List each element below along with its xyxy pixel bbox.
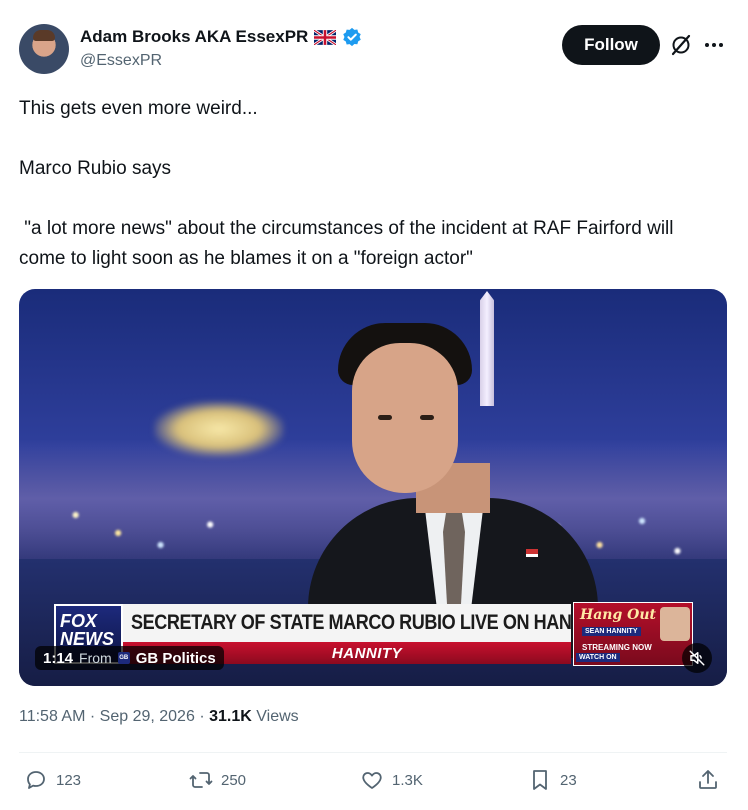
tweet-paragraph: "a lot more news" about the circumstance… [19, 218, 679, 269]
uk-flag-icon [314, 29, 337, 45]
bookmark-icon [533, 770, 547, 790]
promo-streaming: STREAMING NOW [582, 643, 652, 652]
bookmark-count: 23 [560, 771, 577, 789]
muted-speaker-icon [689, 650, 705, 666]
video-timecode: 1:14 [43, 649, 74, 667]
reply-count: 123 [56, 771, 82, 789]
verified-badge-icon [343, 27, 362, 47]
views-count: 31.1K [209, 708, 252, 725]
show-name: HANNITY [331, 644, 403, 662]
from-label: From [79, 650, 112, 666]
tweet-text: This gets even more weird... Marco Rubio… [19, 94, 719, 274]
headline-text: SECRETARY OF STATE MARCO RUBIO LIVE ON H… [131, 611, 611, 634]
repost-icon [189, 772, 213, 788]
memorial-glow [154, 401, 284, 457]
network-name: FOX NEWS [60, 611, 114, 649]
action-bar: 123 250 1.3K 23 [0, 768, 748, 800]
separator-dot: · [89, 708, 100, 725]
author-name-row: Adam Brooks AKA EssexPR [80, 27, 362, 47]
repost-button[interactable]: 250 [189, 768, 246, 792]
bookmark-button[interactable]: 23 [528, 768, 577, 792]
source-avatar-icon: GB [117, 652, 130, 664]
like-count: 1.3K [392, 771, 423, 789]
reply-icon [27, 771, 45, 789]
tweet-date[interactable]: Sep 29, 2026 [100, 708, 195, 725]
share-icon [699, 770, 717, 789]
mute-button[interactable] [682, 643, 712, 673]
promo-title: Hang Out [580, 607, 656, 623]
tweet-meta: 11:58 AM · Sep 29, 2026 · 31.1K Views [19, 708, 299, 726]
grok-icon[interactable] [669, 33, 693, 57]
tweet-paragraph: Marco Rubio says [19, 158, 172, 179]
tweet-time[interactable]: 11:58 AM [19, 708, 85, 725]
views-label: Views [256, 708, 299, 725]
show-promo: Hang Out SEAN HANNITY STREAMING NOW WATC… [573, 602, 693, 666]
avatar[interactable] [19, 24, 69, 74]
heart-icon [362, 772, 382, 789]
promo-watch-on: WATCH ON [576, 653, 620, 662]
reply-button[interactable]: 123 [24, 768, 81, 792]
promo-photo [660, 607, 690, 641]
author-handle[interactable]: @EssexPR [80, 52, 162, 70]
video-source-link[interactable]: GB Politics [136, 650, 216, 667]
follow-button[interactable]: Follow [562, 25, 660, 65]
video-player[interactable]: FOX NEWS SECRETARY OF STATE MARCO RUBIO … [19, 289, 727, 686]
separator-dot: · [199, 708, 210, 725]
repost-count: 250 [221, 771, 247, 789]
more-options-icon[interactable] [702, 33, 726, 57]
headline-bar: SECRETARY OF STATE MARCO RUBIO LIVE ON H… [123, 604, 611, 642]
share-button[interactable] [696, 768, 720, 792]
tweet-paragraph: This gets even more weird... [19, 98, 258, 119]
video-info-pill[interactable]: 1:14 From GB GB Politics [35, 646, 224, 670]
tweet-header: Adam Brooks AKA EssexPR @EssexPR Follow [0, 0, 748, 90]
promo-subtitle: SEAN HANNITY [582, 627, 641, 636]
divider [19, 752, 727, 753]
like-button[interactable]: 1.3K [360, 768, 423, 792]
author-display-name[interactable]: Adam Brooks AKA EssexPR [80, 27, 308, 47]
